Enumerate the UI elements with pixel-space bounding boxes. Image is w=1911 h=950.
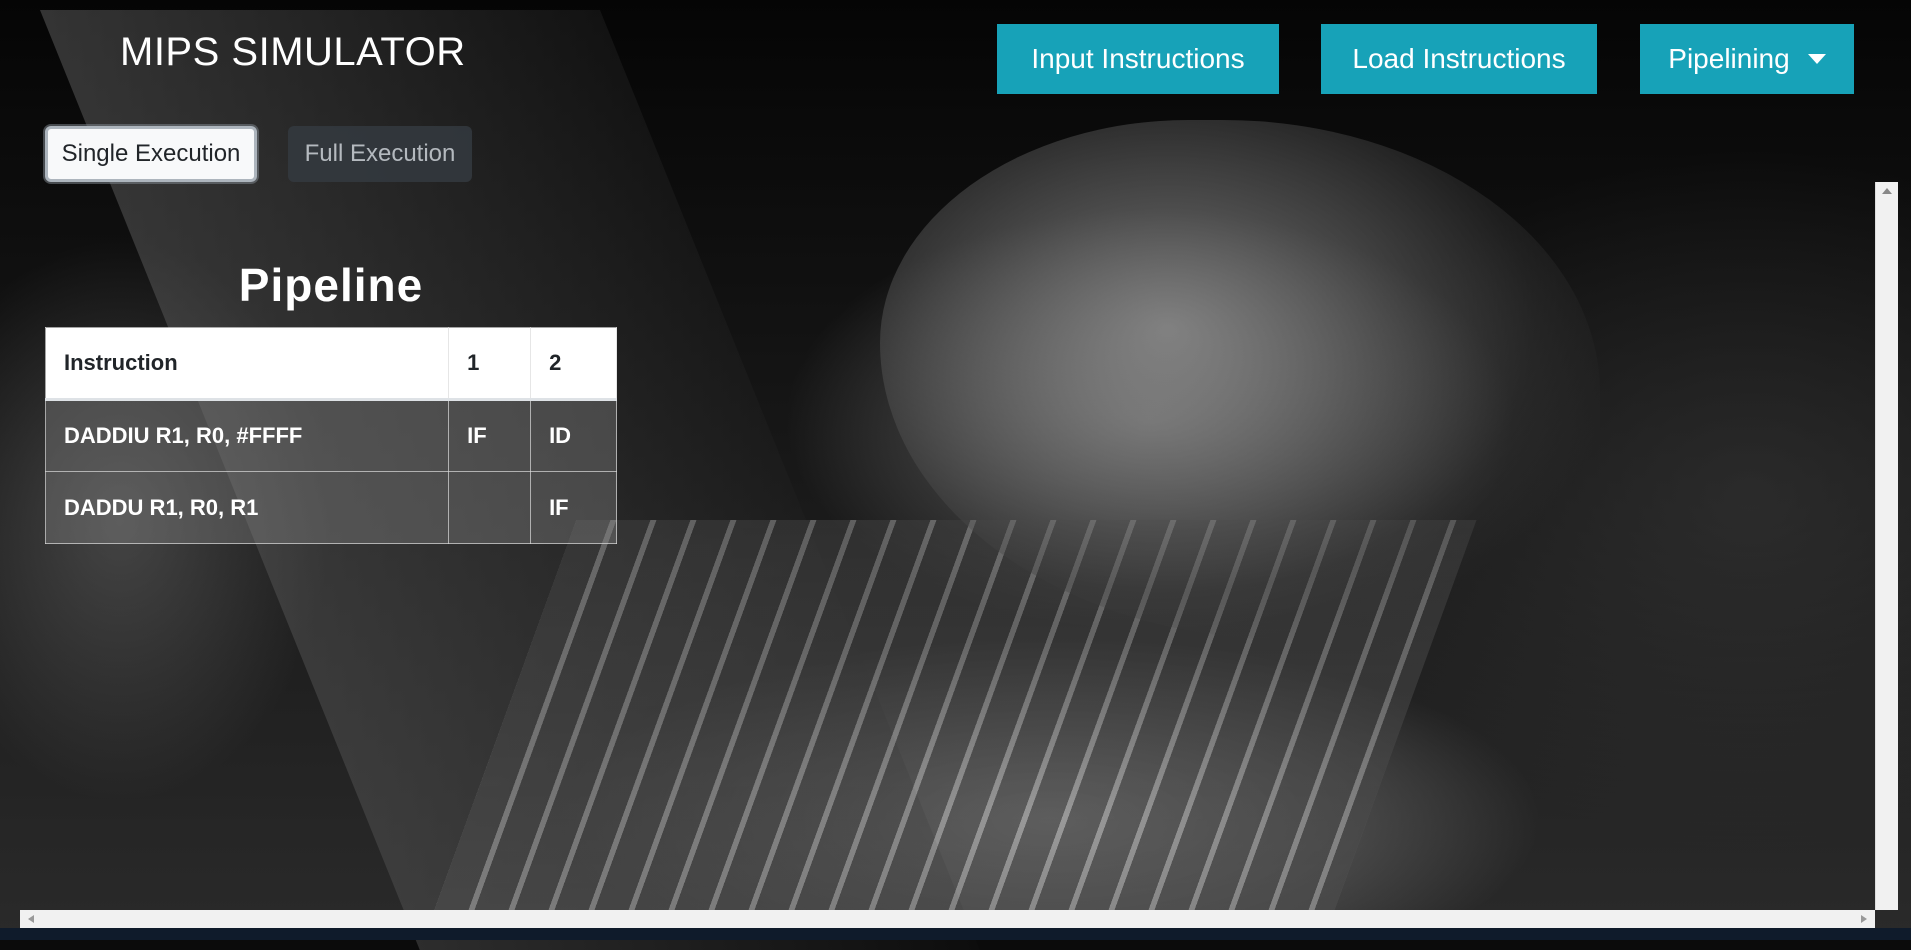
input-instructions-label: Input Instructions (1031, 43, 1245, 74)
stage-cell: IF (448, 399, 532, 472)
pipeline-title: Pipeline (238, 259, 424, 311)
instruction-cell: DADDIU R1, R0, #FFFF (44, 399, 450, 472)
horizontal-scrollbar[interactable] (20, 910, 1875, 928)
pipelining-dropdown-button[interactable]: Pipelining (1640, 24, 1854, 94)
table-row: DADDU R1, R0, R1 IF (44, 471, 617, 544)
caret-down-icon (1807, 54, 1826, 64)
pipeline-table: Instruction 1 2 DADDIU R1, R0, #FFFF IF … (44, 327, 617, 544)
table-row: DADDIU R1, R0, #FFFF IF ID (44, 399, 617, 472)
column-header-cycle-1: 1 (448, 327, 532, 401)
full-execution-button[interactable]: Full Execution (288, 126, 472, 182)
full-execution-label: Full Execution (304, 140, 456, 167)
scroll-up-icon[interactable] (1882, 188, 1892, 194)
single-execution-label: Single Execution (61, 140, 241, 167)
input-instructions-button[interactable]: Input Instructions (997, 24, 1279, 94)
stage-cell: ID (530, 399, 617, 472)
stage-cell: IF (530, 471, 617, 544)
vertical-scrollbar[interactable] (1875, 182, 1898, 910)
stage-cell (448, 471, 532, 544)
load-instructions-label: Load Instructions (1352, 43, 1566, 74)
taskbar (0, 928, 1911, 940)
single-execution-button[interactable]: Single Execution (45, 126, 257, 182)
column-header-instruction: Instruction (44, 327, 450, 401)
scroll-left-icon[interactable] (28, 915, 34, 923)
app-brand[interactable]: MIPS SIMULATOR (120, 30, 466, 75)
instruction-cell: DADDU R1, R0, R1 (44, 471, 450, 544)
load-instructions-button[interactable]: Load Instructions (1321, 24, 1597, 94)
table-header-row: Instruction 1 2 (44, 327, 617, 401)
scroll-right-icon[interactable] (1861, 915, 1867, 923)
column-header-cycle-2: 2 (530, 327, 617, 401)
pipelining-label: Pipelining (1668, 43, 1790, 74)
